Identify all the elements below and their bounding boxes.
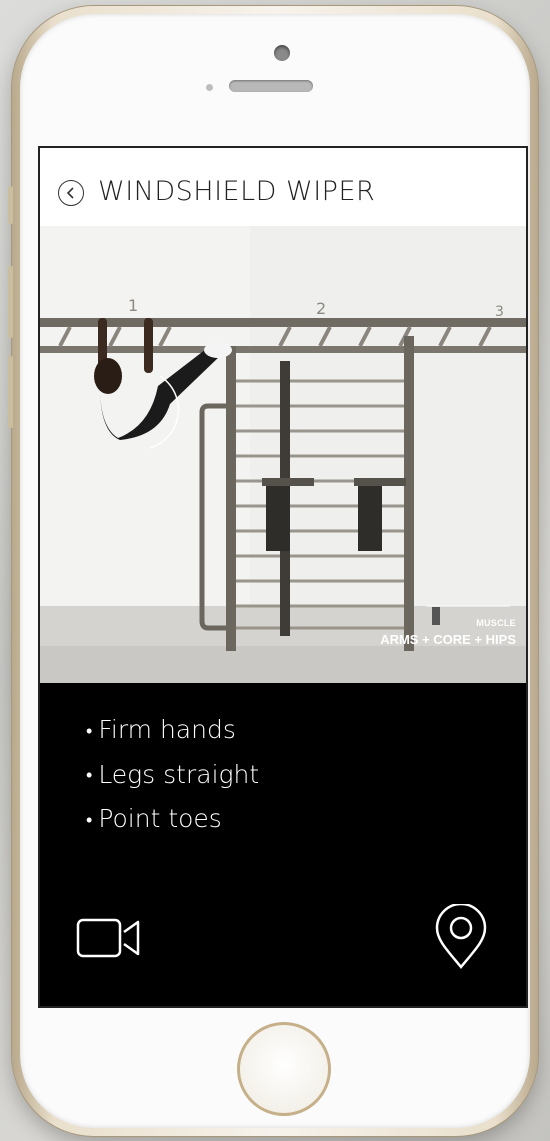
chevron-left-icon xyxy=(66,187,74,199)
video-camera-icon xyxy=(76,918,140,958)
video-button[interactable] xyxy=(76,916,146,962)
earpiece-speaker xyxy=(229,80,313,92)
exercise-illustration: 1 2 3 xyxy=(40,226,526,683)
exercise-photo: 1 2 3 MUSCLE ARMS + CORE + HIPS xyxy=(40,226,526,683)
bar-number-3: 3 xyxy=(495,304,504,320)
location-button[interactable] xyxy=(433,902,489,970)
muscle-value: ARMS + CORE + HIPS xyxy=(380,632,516,647)
bullet-icon: • xyxy=(86,720,93,742)
volume-up-button xyxy=(8,266,13,338)
bar-number-1: 1 xyxy=(128,296,138,315)
app-screen: WINDSHIELD WIPER 1 2 3 MUSCLE ARMS + COR… xyxy=(38,146,528,1008)
tip-text: Legs straight xyxy=(98,759,260,789)
proximity-sensor xyxy=(206,84,213,91)
page-title: WINDSHIELD WIPER xyxy=(98,176,376,207)
mute-switch xyxy=(8,186,13,224)
location-pin-icon xyxy=(435,902,487,969)
bullet-icon: • xyxy=(86,765,93,786)
list-item: • Point toes xyxy=(86,797,259,842)
bullet-icon: • xyxy=(86,809,93,831)
list-item: • Legs straight xyxy=(86,753,259,798)
tip-text: Point toes xyxy=(98,804,222,833)
tip-text: Firm hands xyxy=(98,715,236,744)
tips-list: • Firm hands • Legs straight • Point toes xyxy=(86,708,259,842)
home-button[interactable] xyxy=(237,1022,331,1116)
bar-number-2: 2 xyxy=(316,299,326,318)
front-camera xyxy=(274,45,290,61)
back-button[interactable] xyxy=(58,180,84,206)
header-bar: WINDSHIELD WIPER xyxy=(40,148,526,226)
volume-down-button xyxy=(8,356,13,428)
list-item: • Firm hands xyxy=(86,708,259,753)
muscle-label: MUSCLE xyxy=(476,618,516,628)
